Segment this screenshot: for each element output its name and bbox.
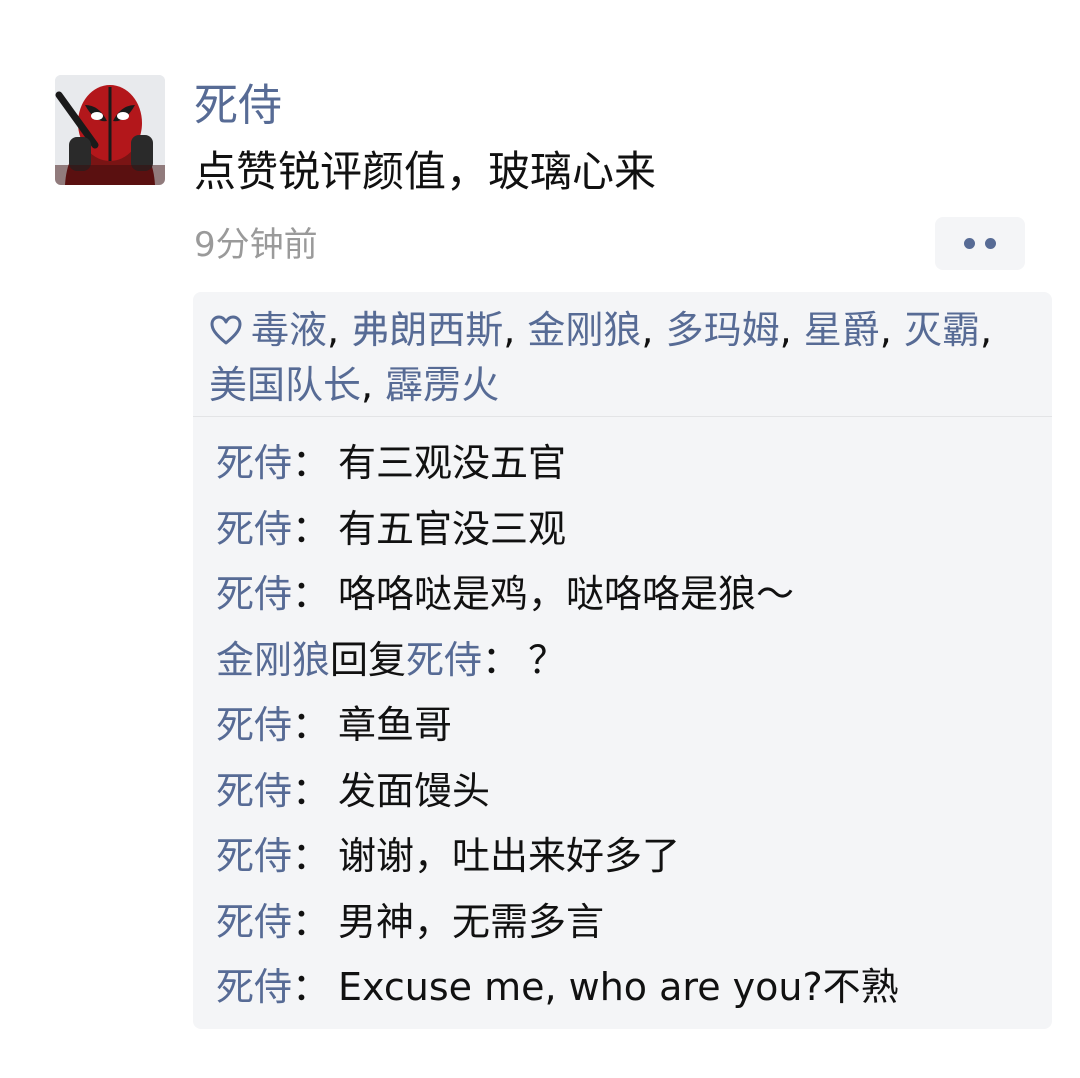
comment-author[interactable]: 死侍 [216, 432, 292, 487]
comment-author[interactable]: 死侍 [216, 760, 292, 815]
reply-target[interactable]: 死侍 [406, 629, 482, 684]
comment-row[interactable]: 死侍：有五官没三观 [216, 493, 1052, 559]
comment-text: 有三观没五官 [338, 441, 567, 486]
comment-colon: ： [292, 834, 331, 879]
avatar[interactable] [55, 75, 165, 185]
like-name[interactable]: 金刚狼 [527, 308, 641, 352]
comment-row[interactable]: 死侍：男神，无需多言 [216, 886, 1052, 952]
comment-text: Excuse me, who are you?不熟 [338, 965, 899, 1010]
comment-colon: ： [292, 441, 331, 486]
comment-colon: ： [292, 768, 331, 813]
comment-author[interactable]: 死侍 [216, 563, 292, 618]
comment-panel: 毒液, 弗朗西斯, 金刚狼, 多玛姆, 星爵, 灭霸, 美国队长, 霹雳火 死侍… [193, 292, 1052, 1029]
comment-author[interactable]: 死侍 [216, 891, 292, 946]
like-name[interactable]: 多玛姆 [666, 308, 780, 352]
like-separator: , [979, 308, 993, 352]
heart-icon [209, 307, 243, 359]
more-actions-button[interactable] [935, 217, 1025, 270]
like-name[interactable]: 灭霸 [904, 308, 980, 352]
like-separator: , [361, 363, 386, 407]
more-dot-icon [964, 238, 975, 249]
likes-section: 毒液, 弗朗西斯, 金刚狼, 多玛姆, 星爵, 灭霸, 美国队长, 霹雳火 [193, 292, 1052, 407]
comment-text: 男神，无需多言 [338, 899, 605, 944]
like-name[interactable]: 弗朗西斯 [351, 308, 503, 352]
like-separator: , [327, 308, 352, 352]
comment-row[interactable]: 死侍： Excuse me, who are you?不熟 [216, 951, 1052, 1017]
comment-colon: ： [292, 703, 331, 748]
comment-list: 死侍：有三观没五官 死侍：有五官没三观 死侍：咯咯哒是鸡，哒咯咯是狼～ 金刚狼 回复 死侍… [193, 417, 1052, 1017]
like-separator: , [503, 308, 528, 352]
comment-colon: ： [482, 637, 521, 682]
comment-text: 有五官没三观 [338, 506, 567, 551]
comment-author[interactable]: 死侍 [216, 694, 292, 749]
comment-row[interactable]: 死侍：有三观没五官 [216, 427, 1052, 493]
comment-text: 咯咯哒是鸡，哒咯咯是狼～ [338, 572, 795, 617]
more-dot-icon [985, 238, 996, 249]
post-text: 点赞锐评颜值，玻璃心来 [194, 147, 657, 196]
comment-author[interactable]: 死侍 [216, 825, 292, 880]
like-names: 毒液, 弗朗西斯, 金刚狼, 多玛姆, 星爵, 灭霸, 美国队长, 霹雳火 [209, 308, 992, 407]
like-name[interactable]: 美国队长 [209, 363, 361, 407]
comment-colon: ： [292, 572, 331, 617]
comment-colon: ： [292, 506, 331, 551]
post-timestamp: 9分钟前 [194, 225, 318, 265]
post-author[interactable]: 死侍 [194, 78, 282, 134]
like-separator: , [779, 308, 804, 352]
like-name[interactable]: 毒液 [251, 308, 327, 352]
comment-text: 章鱼哥 [338, 703, 453, 748]
comment-text: 谢谢，吐出来好多了 [338, 834, 681, 879]
comment-author[interactable]: 金刚狼 [216, 629, 330, 684]
comment-author[interactable]: 死侍 [216, 956, 292, 1011]
comment-author[interactable]: 死侍 [216, 498, 292, 553]
like-separator: , [879, 308, 904, 352]
comment-colon: ： [292, 899, 331, 944]
reply-word: 回复 [330, 637, 407, 682]
deadpool-avatar-icon [55, 75, 165, 185]
comment-text: ？ [528, 637, 567, 682]
comment-colon: ： [292, 965, 331, 1010]
like-name[interactable]: 霹雳火 [385, 363, 499, 407]
like-separator: , [641, 308, 666, 352]
comment-row[interactable]: 死侍：发面馒头 [216, 755, 1052, 821]
comment-text: 发面馒头 [338, 768, 491, 813]
like-name[interactable]: 星爵 [804, 308, 880, 352]
comment-row[interactable]: 死侍：咯咯哒是鸡，哒咯咯是狼～ [216, 558, 1052, 624]
comment-row[interactable]: 死侍：谢谢，吐出来好多了 [216, 820, 1052, 886]
comment-row[interactable]: 死侍：章鱼哥 [216, 689, 1052, 755]
comment-row[interactable]: 金刚狼 回复 死侍：？ [216, 624, 1052, 690]
